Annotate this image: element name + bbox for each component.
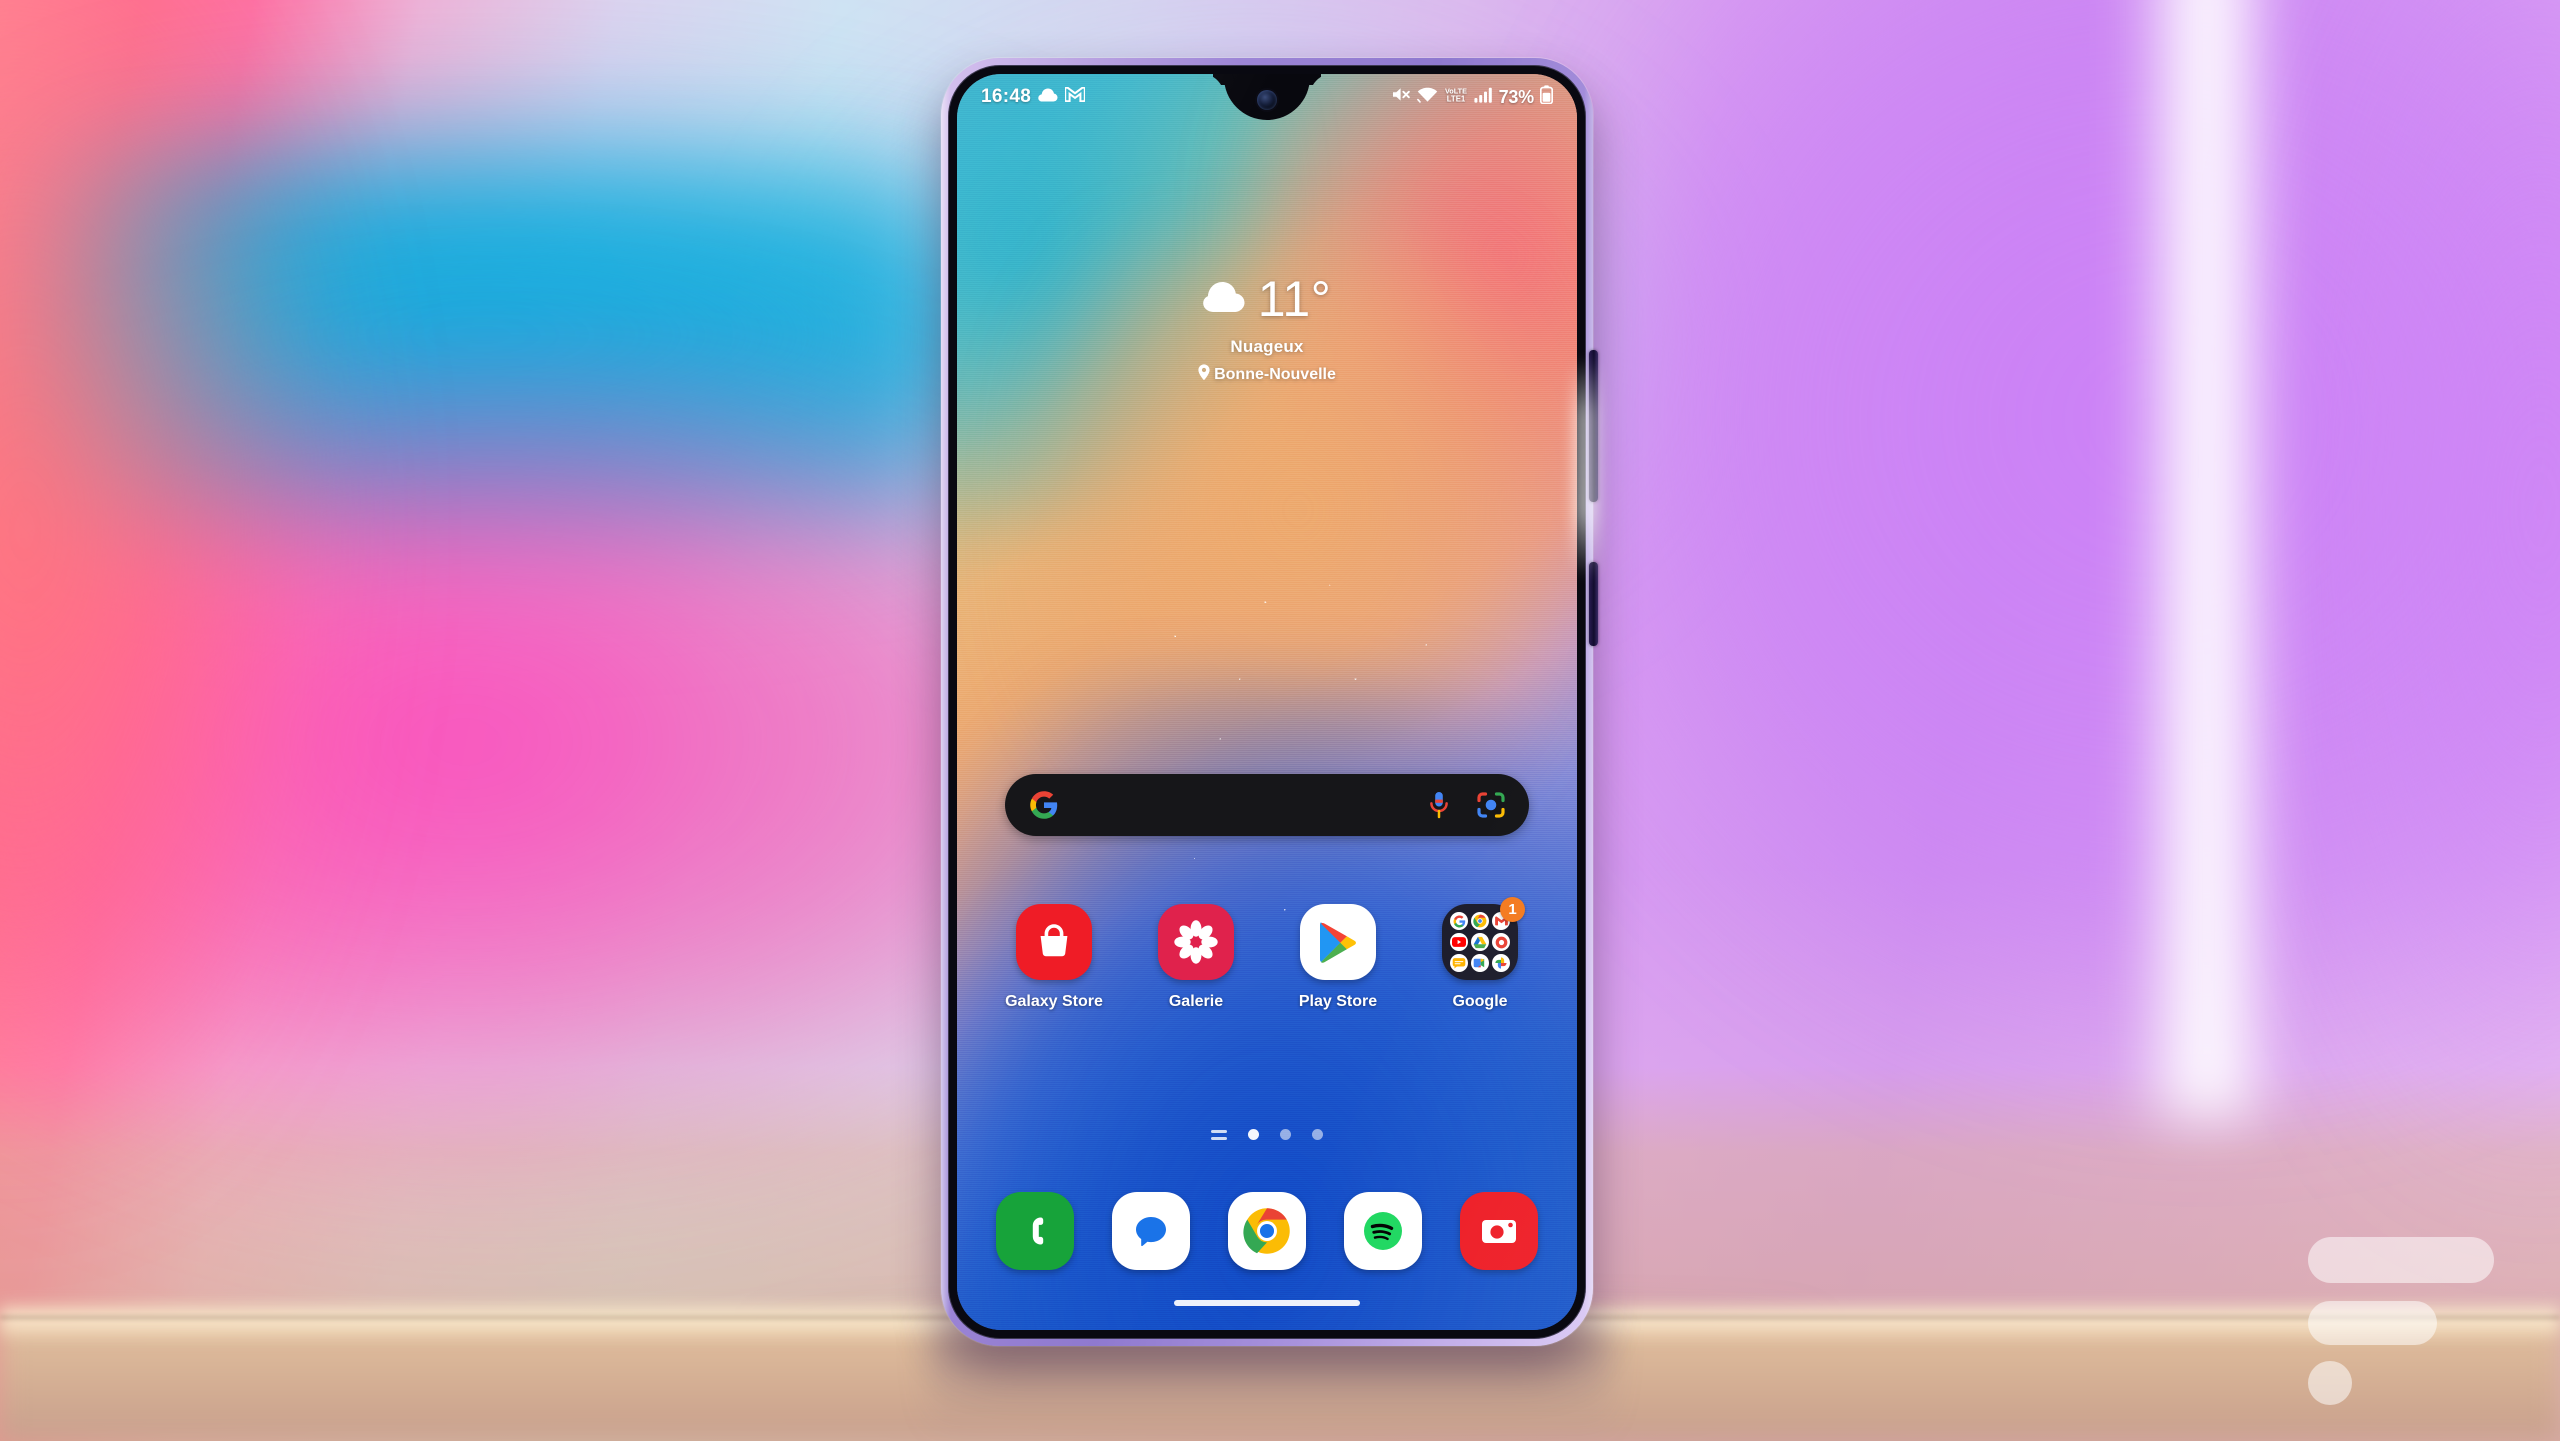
volume-rocker-button[interactable] xyxy=(1589,350,1598,502)
google-search-icon[interactable] xyxy=(1450,912,1468,930)
location-pin-icon xyxy=(1198,364,1210,385)
messages-icon[interactable] xyxy=(1450,954,1468,972)
dock-item-chrome[interactable] xyxy=(1228,1192,1306,1270)
google-folder-icon[interactable]: 1 xyxy=(1442,897,1525,980)
notification-badge: 1 xyxy=(1500,897,1525,922)
dock-item-messages[interactable] xyxy=(1112,1192,1190,1270)
logo-bar-top xyxy=(2308,1237,2494,1283)
battery-percent-label: 73% xyxy=(1498,86,1535,107)
smartphone-device: 16:48 VoLTE LTE1 73% 11° Nuageux Bonne-N… xyxy=(941,58,1599,1346)
frandroid-logo xyxy=(2284,1197,2498,1411)
youtube-icon[interactable] xyxy=(1450,933,1468,951)
volte-icon: VoLTE LTE1 xyxy=(1444,86,1468,108)
app-label: Google xyxy=(1452,993,1508,1010)
page-dot-1[interactable] xyxy=(1248,1129,1259,1140)
app-label: Play Store xyxy=(1298,993,1378,1010)
google-g-icon[interactable] xyxy=(1029,790,1059,820)
google-lens-icon[interactable] xyxy=(1477,792,1505,818)
app-label: Galerie xyxy=(1168,993,1224,1010)
weather-temperature: 11° xyxy=(1257,271,1332,327)
galaxy-store-icon[interactable] xyxy=(1016,904,1092,980)
weather-location-label: Bonne-Nouvelle xyxy=(1214,365,1336,383)
photos-icon[interactable] xyxy=(1492,954,1510,972)
cloud-icon xyxy=(1038,88,1058,107)
mute-icon xyxy=(1392,86,1411,108)
microphone-icon[interactable] xyxy=(1427,791,1451,819)
weather-location-row: Bonne-Nouvelle xyxy=(1198,364,1336,385)
app-play-store[interactable]: Play Store xyxy=(1282,904,1394,1011)
background-light-strip xyxy=(2130,0,2280,1120)
home-gesture-bar[interactable] xyxy=(1174,1300,1360,1306)
weather-widget[interactable]: 11° Nuageux Bonne-Nouvelle xyxy=(957,274,1577,385)
wallpaper-grain xyxy=(957,74,1577,1330)
page-dot-3[interactable] xyxy=(1312,1129,1323,1140)
status-bar-left: 16:48 xyxy=(981,86,1086,108)
samsung-gallery-icon[interactable] xyxy=(1158,904,1234,980)
power-button[interactable] xyxy=(1589,562,1598,646)
logo-dot xyxy=(2308,1361,2352,1405)
battery-icon xyxy=(1539,85,1554,109)
google-search-bar[interactable] xyxy=(1005,774,1529,836)
home-menu-icon[interactable] xyxy=(1211,1129,1227,1140)
google-one-icon[interactable] xyxy=(1492,933,1510,951)
app-galerie[interactable]: Galerie xyxy=(1140,904,1252,1011)
meet-icon[interactable] xyxy=(1471,954,1489,972)
front-camera-icon xyxy=(1257,90,1277,110)
drive-icon[interactable] xyxy=(1471,933,1489,951)
status-bar-right: VoLTE LTE1 73% xyxy=(1392,85,1554,109)
dock-item-camera[interactable] xyxy=(1460,1192,1538,1270)
dock-item-spotify[interactable] xyxy=(1344,1192,1422,1270)
app-google-folder[interactable]: 1 Google xyxy=(1424,897,1536,1011)
chrome-icon[interactable] xyxy=(1471,912,1489,930)
dock-item-phone[interactable] xyxy=(996,1192,1074,1270)
phone-screen[interactable]: 16:48 VoLTE LTE1 73% 11° Nuageux Bonne-N… xyxy=(957,74,1577,1330)
status-clock: 16:48 xyxy=(981,86,1032,107)
home-app-grid: Galaxy Store Galerie Play Store 1 Google xyxy=(983,897,1551,1011)
svg-text:LTE1: LTE1 xyxy=(1446,95,1465,103)
weather-cloud-icon xyxy=(1202,281,1247,318)
gmail-icon xyxy=(1064,86,1086,107)
weather-main-row: 11° xyxy=(1202,271,1332,327)
weather-condition: Nuageux xyxy=(1230,337,1304,356)
screenshot-scene: 16:48 VoLTE LTE1 73% 11° Nuageux Bonne-N… xyxy=(0,0,2560,1441)
app-galaxy-store[interactable]: Galaxy Store xyxy=(998,904,1110,1011)
wifi-icon xyxy=(1416,87,1438,108)
dock-bar xyxy=(977,1192,1557,1270)
page-indicator[interactable] xyxy=(957,1129,1577,1140)
play-store-icon[interactable] xyxy=(1300,904,1376,980)
app-label: Galaxy Store xyxy=(1005,993,1103,1010)
signal-bars-icon xyxy=(1473,87,1493,108)
page-dot-2[interactable] xyxy=(1280,1129,1291,1140)
logo-bar-middle xyxy=(2308,1301,2437,1345)
